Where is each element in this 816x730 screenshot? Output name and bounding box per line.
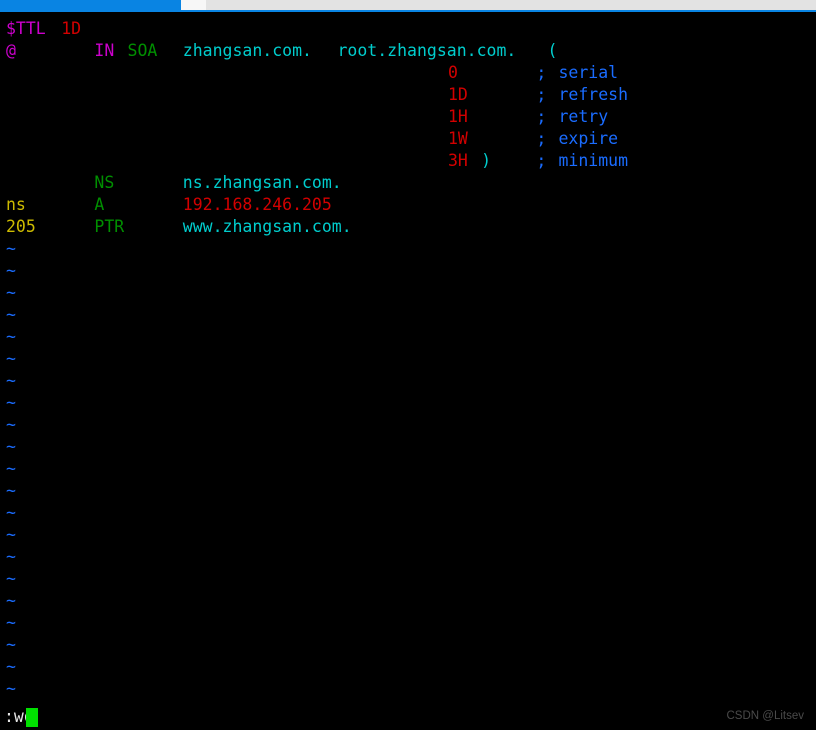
vim-line: $TTL 1D	[0, 18, 816, 40]
vim-token: @	[6, 41, 16, 60]
empty-line-marker: ~	[6, 613, 16, 632]
vim-token: 0	[448, 63, 458, 82]
vim-token: ;	[536, 129, 547, 148]
empty-line-marker: ~	[6, 305, 16, 324]
vim-token: A	[94, 195, 105, 214]
vim-token: www.zhangsan.com.	[182, 217, 352, 236]
empty-line-marker: ~	[6, 371, 16, 390]
vim-token: PTR	[94, 217, 125, 236]
vim-token: 192.168.246.205	[182, 195, 332, 214]
empty-line-marker: ~	[6, 635, 16, 654]
empty-line-marker: ~	[6, 503, 16, 522]
vim-token: ;	[536, 63, 547, 82]
empty-line-marker: ~	[6, 261, 16, 280]
empty-line-marker: ~	[6, 393, 16, 412]
vim-token: refresh	[558, 85, 629, 104]
vim-token: minimum	[558, 151, 629, 170]
empty-line-marker: ~	[6, 349, 16, 368]
vim-token: retry	[558, 107, 609, 126]
empty-line-marker: ~	[6, 239, 16, 258]
window-top-bar	[0, 0, 816, 12]
vim-token: (	[547, 41, 558, 60]
vim-token: 1D	[61, 19, 82, 38]
vim-token: root.zhangsan.com.	[337, 41, 517, 60]
vim-line: 0; serial	[0, 62, 816, 84]
empty-line-marker: ~	[6, 481, 16, 500]
empty-line-marker: ~	[6, 547, 16, 566]
topbar-white-segment	[181, 0, 206, 10]
empty-line-marker: ~	[6, 591, 16, 610]
vim-token: expire	[558, 129, 619, 148]
vim-token: SOA	[127, 41, 158, 60]
vim-line: @ IN SOA zhangsan.com. root.zhangsan.com. (	[0, 40, 816, 62]
vim-token: serial	[558, 63, 619, 82]
vim-token: $TTL	[6, 19, 46, 38]
empty-line-marker: ~	[6, 569, 16, 588]
vim-token: 1H	[448, 107, 468, 126]
vim-token: 205	[6, 217, 36, 236]
vim-line: ns A 192.168.246.205	[0, 194, 816, 216]
vim-token: )	[481, 151, 492, 170]
empty-line-marker: ~	[6, 415, 16, 434]
vim-token: ;	[536, 107, 547, 126]
vim-line: 1H; retry	[0, 106, 816, 128]
vim-line: 1D; refresh	[0, 84, 816, 106]
vim-token: ;	[536, 85, 547, 104]
empty-line-marker: ~	[6, 327, 16, 346]
vim-status-line: :wq	[0, 706, 816, 730]
vim-token: 3H	[448, 151, 468, 170]
empty-line-marker: ~	[6, 657, 16, 676]
vim-line: NS ns.zhangsan.com.	[0, 172, 816, 194]
vim-token: ns	[6, 195, 26, 214]
empty-line-marker: ~	[6, 437, 16, 456]
empty-line-marker: ~	[6, 679, 16, 698]
vim-token: NS	[94, 173, 115, 192]
empty-line-marker: ~	[6, 459, 16, 478]
topbar-grey-segment	[206, 0, 816, 10]
vim-line: 1W; expire	[0, 128, 816, 150]
empty-line-marker: ~	[6, 283, 16, 302]
vim-line: 3H); minimum	[0, 150, 816, 172]
vim-token: zhangsan.com.	[182, 41, 312, 60]
vim-terminal[interactable]: $TTL 1D @ IN SOA zhangsan.com. root.zhangsan.c…	[0, 12, 816, 727]
vim-token: 1D	[448, 85, 468, 104]
vim-token: 1W	[448, 129, 468, 148]
vim-token: ns.zhangsan.com.	[182, 173, 342, 192]
vim-token: ;	[536, 151, 547, 170]
empty-line-marker: ~	[6, 525, 16, 544]
topbar-blue-segment	[0, 0, 181, 10]
vim-token: IN	[94, 41, 115, 60]
vim-line: 205 PTR www.zhangsan.com.	[0, 216, 816, 238]
watermark-label: CSDN @Litsev	[726, 710, 805, 722]
text-cursor	[26, 708, 38, 727]
